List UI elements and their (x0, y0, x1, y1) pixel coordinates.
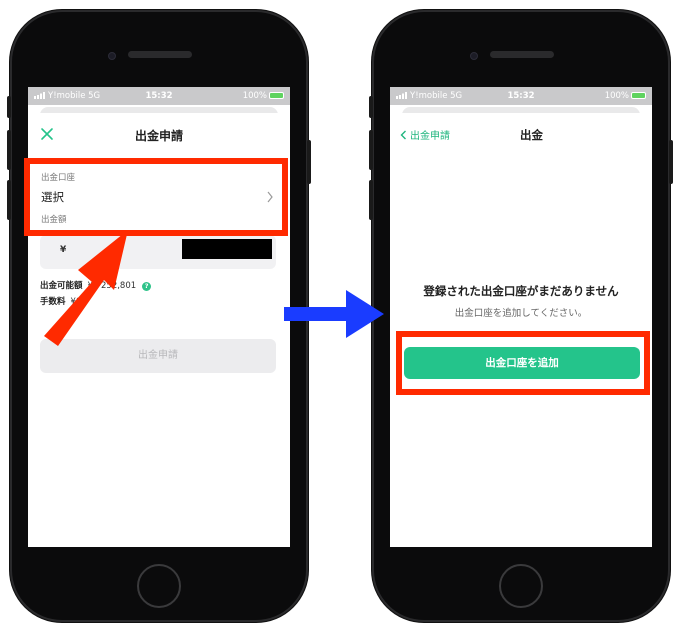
fee-label: 手数料 (40, 297, 66, 307)
volume-up-button (369, 130, 373, 170)
battery-icon (631, 92, 646, 99)
battery-icon (269, 92, 284, 99)
screen-withdraw: Y!mobile 5G 15:32 100% 出金申請 出金 登録された出金口座… (390, 87, 652, 547)
page-title: 出金 (520, 128, 543, 142)
battery-label: 100% (242, 91, 267, 101)
earpiece-speaker (128, 51, 192, 58)
front-camera (108, 52, 116, 60)
fee-row: 手数料 ¥0 (40, 295, 81, 307)
tutorial-image: Y!mobile 5G 15:32 100% 出金申請 出金口座 選択 出金額 … (0, 0, 680, 630)
highlight-box-account-select (24, 158, 288, 236)
earpiece-speaker (490, 51, 554, 58)
status-bar: Y!mobile 5G 15:32 100% (28, 87, 290, 105)
home-button (499, 564, 543, 608)
front-camera (470, 52, 478, 60)
status-battery: 100% (243, 91, 284, 101)
amount-input[interactable]: ¥ (40, 235, 276, 269)
power-button (669, 140, 673, 184)
volume-down-button (369, 180, 373, 220)
volume-up-button (7, 130, 11, 170)
available-amount-row: 出金可能額 ¥4 252,801 ? (40, 279, 152, 291)
volume-down-button (7, 180, 11, 220)
submit-withdraw-button[interactable]: 出金申請 (40, 339, 276, 373)
battery-label: 100% (604, 91, 629, 101)
currency-symbol: ¥ (60, 245, 67, 255)
available-label: 出金可能額 (40, 281, 83, 291)
highlight-box-add-account (396, 331, 650, 395)
screen-withdraw-request: Y!mobile 5G 15:32 100% 出金申請 出金口座 選択 出金額 … (28, 87, 290, 547)
mute-switch (7, 96, 11, 118)
page-title: 出金申請 (134, 129, 183, 143)
mute-switch (369, 96, 373, 118)
available-value: ¥4 252,801 (87, 281, 137, 291)
nav-bar: 出金申請 (28, 119, 290, 143)
empty-state-subtitle: 出金口座を追加してください。 (454, 308, 588, 319)
chevron-left-icon (400, 130, 406, 140)
status-bar: Y!mobile 5G 15:32 100% (390, 87, 652, 105)
home-button (137, 564, 181, 608)
modal-sheet (390, 113, 652, 547)
fee-value: ¥0 (70, 297, 82, 307)
empty-state-title: 登録された出金口座がまだありません (423, 284, 619, 298)
help-icon[interactable]: ? (142, 282, 152, 291)
redacted-value (182, 239, 272, 259)
back-label: 出金申請 (410, 131, 450, 142)
back-button[interactable]: 出金申請 (400, 127, 450, 142)
status-battery: 100% (605, 91, 646, 101)
power-button (307, 140, 311, 184)
